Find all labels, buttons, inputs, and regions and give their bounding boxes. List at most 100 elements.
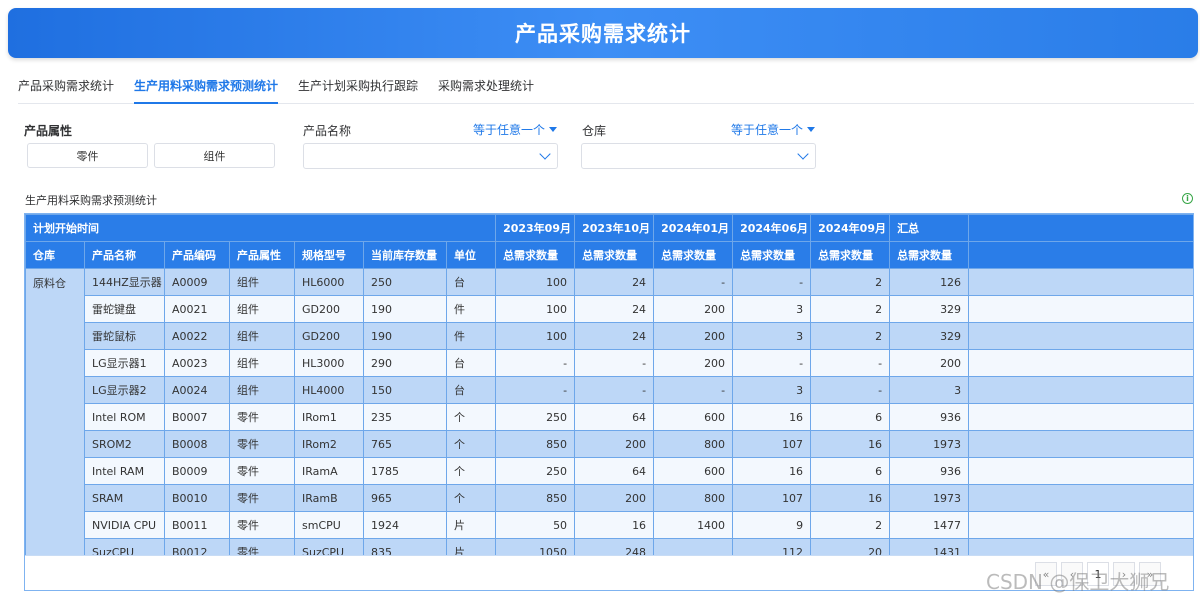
product-name-cell: 雷蛇鼠标 — [84, 322, 165, 350]
demand-cell: 16 — [732, 457, 812, 485]
demand-cell: 600 — [653, 403, 734, 431]
demand-cell: 50 — [495, 511, 576, 539]
unit-cell: 片 — [445, 511, 497, 539]
product-attr-cell: 零件 — [229, 403, 295, 431]
demand-cell: 24 — [574, 268, 655, 296]
chevron-down-icon — [797, 148, 809, 160]
column-header[interactable]: 规格型号 — [294, 241, 364, 269]
product-name-select[interactable] — [303, 143, 558, 169]
warehouse-select[interactable] — [581, 143, 816, 169]
table-row[interactable]: 雷蛇键盘 A0021 组件 GD200 190 件 100 24 200 3 2 329 — [26, 295, 1193, 323]
demand-cell: 2 — [810, 268, 891, 296]
product-name-operator[interactable]: 等于任意一个 — [473, 121, 558, 138]
total-demand-cell: 200 — [889, 349, 970, 377]
product-code-cell: B0011 — [164, 511, 230, 539]
column-header[interactable]: 当前库存数量 — [363, 241, 447, 269]
column-header[interactable]: 单位 — [445, 241, 497, 269]
month-header[interactable]: 2023年10月 — [574, 214, 655, 242]
column-header[interactable]: 产品名称 — [84, 241, 165, 269]
product-name-cell: NVIDIA CPU — [84, 511, 165, 539]
attr-part-button[interactable]: 零件 — [27, 143, 148, 168]
product-name-operator-label: 等于任意一个 — [473, 123, 546, 137]
table-row[interactable]: SRAM B0010 零件 IRamB 965 个 850 200 800 107 16 1973 — [26, 484, 1193, 512]
demand-cell: - — [732, 268, 812, 296]
spec-cell: GD200 — [294, 295, 364, 323]
product-name-cell: SROM2 — [84, 430, 165, 458]
month-header[interactable]: 2024年01月 — [653, 214, 734, 242]
column-header[interactable]: 总需求数量 — [495, 241, 576, 269]
column-header[interactable]: 总需求数量 — [889, 241, 970, 269]
total-demand-cell: 1973 — [889, 430, 970, 458]
month-header[interactable]: 2024年09月 — [810, 214, 891, 242]
table-row[interactable]: SROM2 B0008 零件 IRom2 765 个 850 200 800 107 16 1973 — [26, 430, 1193, 458]
product-code-cell: A0024 — [164, 376, 230, 404]
column-header[interactable]: 总需求数量 — [732, 241, 812, 269]
plan-start-time-header: 计划开始时间 — [25, 214, 497, 242]
table-row[interactable]: NVIDIA CPU B0011 零件 smCPU 1924 片 50 16 1400 9 2 147… — [26, 511, 1193, 539]
stock-cell: 190 — [363, 322, 447, 350]
product-name-cell: Intel RAM — [84, 457, 165, 485]
column-header[interactable]: 仓库 — [25, 241, 85, 269]
demand-cell: 16 — [574, 511, 655, 539]
column-header[interactable]: 总需求数量 — [810, 241, 891, 269]
product-name-cell: 雷蛇键盘 — [84, 295, 165, 323]
month-header[interactable]: 2024年06月 — [732, 214, 812, 242]
row-filler — [968, 430, 1193, 458]
forecast-table-container[interactable]: 计划开始时间 2023年09月 2023年10月 2024年01月 2024年0… — [24, 213, 1194, 591]
total-demand-cell: 126 — [889, 268, 970, 296]
table-row[interactable]: 雷蛇鼠标 A0022 组件 GD200 190 件 100 24 200 3 2 329 — [26, 322, 1193, 350]
tab-material-demand-forecast[interactable]: 生产用料采购需求预测统计 — [134, 74, 279, 104]
stock-cell: 150 — [363, 376, 447, 404]
tab-plan-execution-tracking[interactable]: 生产计划采购执行跟踪 — [298, 74, 418, 104]
total-demand-cell: 1973 — [889, 484, 970, 512]
demand-cell: 200 — [574, 430, 655, 458]
demand-cell: 2 — [810, 322, 891, 350]
product-name-label: 产品名称 — [303, 124, 352, 138]
table-row[interactable]: LG显示器1 A0023 组件 HL3000 290 台 - -200- -200 — [26, 349, 1193, 377]
stock-cell: 965 — [363, 484, 447, 512]
product-attr-cell: 组件 — [229, 322, 295, 350]
warehouse-label: 仓库 — [582, 124, 607, 138]
table-row[interactable]: Intel ROM B0007 零件 IRom1 235 个 250 64 600 16 6 936 — [26, 403, 1193, 431]
tab-product-purchase-demand[interactable]: 产品采购需求统计 — [18, 74, 114, 104]
total-header[interactable]: 汇总 — [889, 214, 970, 242]
column-header[interactable]: 产品属性 — [229, 241, 295, 269]
warehouse-operator-label: 等于任意一个 — [731, 123, 804, 137]
table-row[interactable]: Intel RAM B0009 零件 IRamA 1785 个 250 64 600 16 6 936 — [26, 457, 1193, 485]
unit-cell: 台 — [445, 376, 497, 404]
demand-cell: - — [495, 349, 576, 377]
demand-cell: 200 — [574, 484, 655, 512]
product-code-cell: A0021 — [164, 295, 230, 323]
demand-cell: 800 — [653, 430, 734, 458]
stock-cell: 765 — [363, 430, 447, 458]
stock-cell: 1785 — [363, 457, 447, 485]
info-icon[interactable]: i — [1182, 193, 1193, 204]
unit-cell: 个 — [445, 403, 497, 431]
product-attr-cell: 零件 — [229, 457, 295, 485]
product-name-cell: 144HZ显示器 — [84, 268, 165, 296]
column-header[interactable]: 总需求数量 — [653, 241, 734, 269]
demand-cell: - — [810, 349, 891, 377]
demand-cell: 107 — [732, 484, 812, 512]
total-demand-cell: 329 — [889, 322, 970, 350]
column-header[interactable]: 总需求数量 — [574, 241, 655, 269]
row-filler — [968, 403, 1193, 431]
total-demand-cell: 329 — [889, 295, 970, 323]
demand-cell: 100 — [495, 322, 576, 350]
attr-component-button[interactable]: 组件 — [154, 143, 275, 168]
table-row[interactable]: LG显示器2 A0024 组件 HL4000 150 台 - - -3-3 — [26, 376, 1193, 404]
month-header[interactable]: 2023年09月 — [495, 214, 576, 242]
product-attr-cell: 组件 — [229, 295, 295, 323]
stock-cell: 235 — [363, 403, 447, 431]
warehouse-cell: 原料仓 — [25, 268, 85, 566]
unit-cell: 个 — [445, 457, 497, 485]
table-row[interactable]: 原料仓 144HZ显示器 A0009 组件 HL6000 250 台 100 24- -2 126 — [25, 268, 1193, 566]
tab-demand-processing-stats[interactable]: 采购需求处理统计 — [438, 74, 534, 104]
warehouse-operator[interactable]: 等于任意一个 — [731, 121, 816, 138]
header-filler — [968, 241, 1193, 269]
column-header[interactable]: 产品编码 — [164, 241, 230, 269]
demand-cell: 800 — [653, 484, 734, 512]
table-header-row-2: 仓库 产品名称 产品编码 产品属性 规格型号 当前库存数量 单位 总需求数量 总… — [25, 241, 1193, 269]
demand-cell: 200 — [653, 349, 734, 377]
demand-cell: 24 — [574, 295, 655, 323]
